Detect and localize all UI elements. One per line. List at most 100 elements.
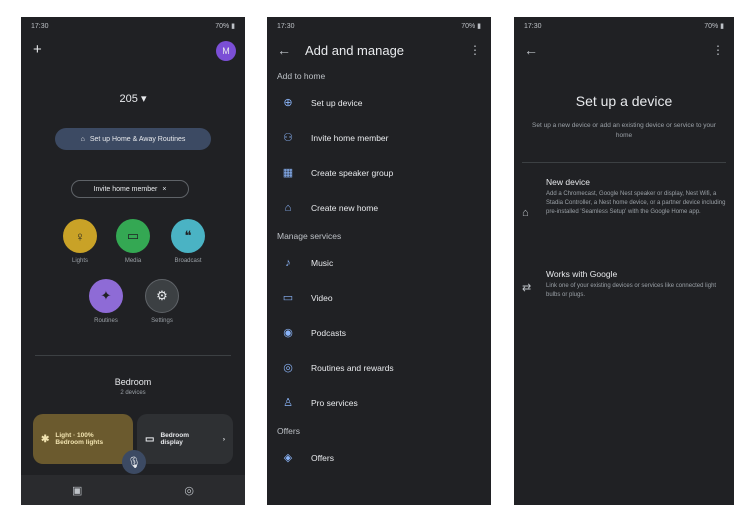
status-bar: 17:30 70% ▮ bbox=[267, 17, 491, 35]
home-tab-icon[interactable]: ▣ bbox=[72, 484, 82, 497]
menu-item-routines[interactable]: ◎ Routines and rewards bbox=[267, 350, 491, 385]
back-arrow-icon[interactable]: ← bbox=[524, 42, 538, 58]
device-card-lights[interactable]: ✱ Light · 100% Bedroom lights bbox=[33, 414, 133, 464]
device-card-display[interactable]: ▭ Bedroom display › bbox=[137, 414, 233, 464]
more-vert-icon[interactable]: ⋮ bbox=[469, 43, 481, 57]
page-title: Set up a device bbox=[575, 93, 673, 109]
home-icon: ⌂ bbox=[284, 201, 292, 214]
lights-label: Lights bbox=[71, 258, 88, 264]
option-works-with-google[interactable]: ⇄ Works with Google Link one of your exi… bbox=[522, 269, 726, 300]
lights-action[interactable]: ♀ bbox=[63, 219, 97, 253]
routines-icon: ✦ bbox=[100, 288, 112, 303]
display-icon: ▭ bbox=[145, 433, 155, 445]
speaker-group-icon: ▦ bbox=[282, 167, 294, 179]
device-card-name: Bedroom lights bbox=[55, 439, 104, 446]
device-card-status: Light · 100% bbox=[55, 432, 94, 439]
page-title: Add and manage bbox=[305, 42, 405, 58]
menu-item-music[interactable]: ♪ Music bbox=[267, 245, 491, 280]
settings-label: Settings bbox=[151, 318, 173, 324]
music-note-icon: ♪ bbox=[285, 256, 291, 269]
status-time: 17:30 bbox=[524, 22, 542, 30]
menu-item-offers[interactable]: ◈ Offers bbox=[267, 440, 491, 475]
divider bbox=[35, 355, 231, 356]
home-screen: 17:30 70% ▮ + M 205 ▾ ⌂ Set up Home & Aw… bbox=[21, 17, 245, 505]
top-bar: ← ⋮ bbox=[514, 35, 734, 65]
menu-item-label: Video bbox=[311, 292, 333, 303]
invite-chip-label: Invite home member bbox=[93, 185, 158, 193]
section-header: Offers bbox=[277, 426, 300, 436]
status-time: 17:30 bbox=[31, 22, 49, 30]
add-icon[interactable]: + bbox=[33, 41, 42, 58]
set-up-device-screen: 17:30 70% ▮ ← ⋮ Set up a device Set up a… bbox=[514, 17, 734, 505]
bottom-nav: ▣ ◎ bbox=[21, 475, 245, 505]
broadcast-label: Broadcast bbox=[174, 258, 202, 264]
gear-icon: ⚙ bbox=[156, 288, 168, 303]
routines-icon: ◎ bbox=[283, 362, 293, 374]
section-header: Manage services bbox=[277, 231, 342, 241]
mic-icon: 🎙 bbox=[127, 456, 141, 469]
close-icon: × bbox=[162, 185, 167, 193]
broadcast-action[interactable]: ❝ bbox=[171, 219, 205, 253]
routines-label: Routines bbox=[94, 318, 118, 324]
status-battery: 70% ▮ bbox=[215, 23, 235, 30]
option-description: Add a Chromecast, Google Nest speaker or… bbox=[546, 191, 726, 215]
home-name: 205 bbox=[119, 93, 138, 105]
status-battery: 70% ▮ bbox=[461, 23, 481, 30]
plus-circle-icon: ⊕ bbox=[283, 97, 293, 109]
tag-icon: ◈ bbox=[283, 452, 293, 464]
menu-item-label: Create speaker group bbox=[311, 167, 394, 178]
device-card-type: display bbox=[160, 439, 183, 446]
more-vert-icon[interactable]: ⋮ bbox=[712, 43, 724, 57]
menu-item-label: Offers bbox=[311, 452, 334, 463]
broadcast-icon: ❝ bbox=[184, 228, 192, 243]
option-description: Link one of your existing devices or ser… bbox=[546, 283, 717, 298]
menu-item-label: Music bbox=[311, 257, 334, 268]
routines-banner[interactable]: ⌂ Set up Home & Away Routines bbox=[55, 128, 211, 150]
avatar[interactable]: M bbox=[216, 41, 236, 61]
menu-item-invite-member[interactable]: ⚇ Invite home member bbox=[267, 120, 491, 155]
podcast-icon: ◉ bbox=[283, 327, 293, 339]
video-icon: ▭ bbox=[282, 292, 294, 304]
menu-item-label: Invite home member bbox=[311, 132, 389, 143]
menu-item-label: Routines and rewards bbox=[311, 362, 394, 373]
home-away-icon: ⌂ bbox=[80, 135, 85, 143]
menu-item-label: Set up device bbox=[311, 97, 363, 108]
status-bar: 17:30 70% ▮ bbox=[21, 17, 245, 35]
status-battery: 70% ▮ bbox=[704, 23, 724, 30]
banner-label: Set up Home & Away Routines bbox=[89, 135, 186, 143]
divider bbox=[522, 162, 726, 163]
person-icon: ♙ bbox=[283, 397, 293, 409]
option-new-device[interactable]: ⌂ New device Add a Chromecast, Google Ne… bbox=[522, 177, 726, 219]
media-action[interactable]: ▭ bbox=[116, 219, 150, 253]
settings-action[interactable]: ⚙ bbox=[145, 279, 179, 313]
menu-item-label: Podcasts bbox=[311, 327, 346, 338]
home-selector[interactable]: 205 ▾ bbox=[21, 92, 245, 105]
room-subtitle: 2 devices bbox=[120, 390, 146, 396]
menu-item-label: Create new home bbox=[311, 202, 379, 213]
back-arrow-icon[interactable]: ← bbox=[277, 42, 291, 58]
menu-item-podcasts[interactable]: ◉ Podcasts bbox=[267, 315, 491, 350]
menu-item-label: Pro services bbox=[311, 397, 358, 408]
option-title: Works with Google bbox=[546, 269, 618, 279]
discover-tab-icon[interactable]: ◎ bbox=[184, 484, 194, 497]
menu-item-pro-services[interactable]: ♙ Pro services bbox=[267, 385, 491, 420]
media-label: Media bbox=[124, 258, 142, 264]
mic-fab[interactable]: 🎙 bbox=[122, 450, 146, 474]
menu-item-create-home[interactable]: ⌂ Create new home bbox=[267, 190, 491, 225]
top-bar: ← Add and manage ⋮ bbox=[267, 35, 491, 65]
invite-chip[interactable]: Invite home member × bbox=[71, 180, 189, 198]
menu-item-video[interactable]: ▭ Video bbox=[267, 280, 491, 315]
menu-item-speaker-group[interactable]: ▦ Create speaker group bbox=[267, 155, 491, 190]
tv-icon: ▭ bbox=[126, 228, 140, 243]
chevron-down-icon: ▾ bbox=[140, 93, 147, 105]
menu-item-set-up-device[interactable]: ⊕ Set up device bbox=[267, 85, 491, 120]
bulb-icon: ♀ bbox=[75, 228, 85, 244]
status-time: 17:30 bbox=[277, 22, 295, 30]
section-header: Add to home bbox=[277, 71, 326, 81]
option-title: New device bbox=[546, 177, 590, 187]
page-subtitle: Set up a new device or add an existing d… bbox=[532, 122, 716, 139]
room-title: Bedroom bbox=[114, 377, 152, 387]
routines-action[interactable]: ✦ bbox=[89, 279, 123, 313]
chevron-right-icon: › bbox=[222, 435, 225, 443]
lightbulb-icon: ✱ bbox=[41, 433, 50, 445]
